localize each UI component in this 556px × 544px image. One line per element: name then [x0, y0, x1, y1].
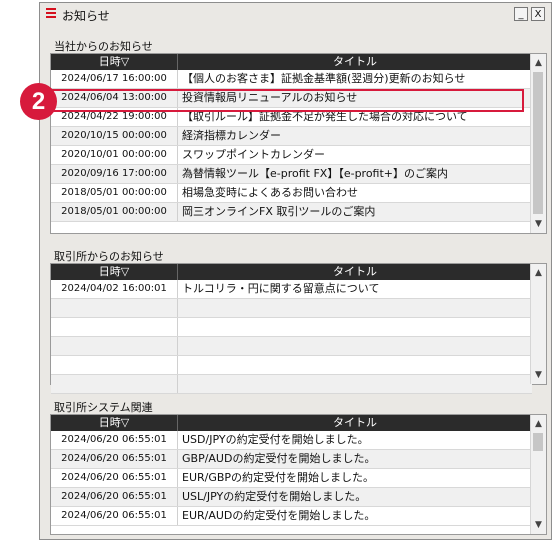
row-datetime: 2018/05/01 00:00:00: [51, 203, 178, 221]
header-title[interactable]: タイトル: [178, 54, 532, 70]
minimize-button[interactable]: _: [514, 7, 528, 21]
table-row[interactable]: [51, 375, 532, 394]
table-header: 日時▽ タイトル: [51, 54, 532, 70]
row-datetime: 2024/06/20 06:55:01: [51, 488, 178, 506]
row-datetime: 2024/04/02 16:00:01: [51, 280, 178, 298]
row-datetime: 2024/06/20 06:55:01: [51, 450, 178, 468]
scroll-thumb[interactable]: [533, 433, 543, 451]
table-row[interactable]: 2024/06/20 06:55:01 EUR/AUDの約定受付を開始しました。: [51, 507, 532, 526]
table-row[interactable]: [51, 337, 532, 356]
row-datetime: 2024/06/20 06:55:01: [51, 469, 178, 487]
table-header: 日時▽ タイトル: [51, 264, 532, 280]
section-label-exchange: 取引所からのお知らせ: [54, 250, 164, 263]
table-row[interactable]: 2020/10/01 00:00:00 スワップポイントカレンダー: [51, 146, 532, 165]
scroll-down-icon[interactable]: ▼: [531, 217, 546, 231]
section-label-company: 当社からのお知らせ: [54, 40, 153, 53]
table-row[interactable]: 2024/06/17 16:00:00 【個人のお客さま】証拠金基準額(翌週分)更…: [51, 70, 532, 89]
app-logo-icon: [46, 8, 56, 20]
row-title: 為替情報ツール【e-profit FX】【e-profit+】のご案内: [182, 167, 449, 180]
scroll-down-icon[interactable]: ▼: [531, 518, 546, 532]
table-row[interactable]: 2024/06/20 06:55:01 GBP/AUDの約定受付を開始しました。: [51, 450, 532, 469]
company-notices-table: 日時▽ タイトル 2024/06/17 16:00:00 【個人のお客さま】証拠金…: [50, 53, 547, 234]
header-datetime[interactable]: 日時▽: [51, 54, 178, 70]
header-title[interactable]: タイトル: [178, 415, 532, 431]
callout-badge: 2: [20, 83, 57, 120]
table-row[interactable]: 2018/05/01 00:00:00 岡三オンラインFX 取引ツールのご案内: [51, 203, 532, 222]
row-datetime: [51, 375, 178, 393]
row-datetime: 2018/05/01 00:00:00: [51, 184, 178, 202]
row-title: USD/JPYの約定受付を開始しました。: [182, 433, 369, 446]
vertical-scrollbar[interactable]: ▲ ▼: [530, 54, 546, 233]
title-bar: お知らせ _ X: [40, 3, 551, 25]
table-row[interactable]: 2024/06/20 06:55:01 USL/JPYの約定受付を開始しました。: [51, 488, 532, 507]
row-title: EUR/AUDの約定受付を開始しました。: [182, 509, 376, 522]
row-datetime: 2020/10/01 00:00:00: [51, 146, 178, 164]
system-notices-table: 日時▽ タイトル 2024/06/20 06:55:01 USD/JPYの約定受付…: [50, 414, 547, 535]
exchange-notices-table: 日時▽ タイトル 2024/04/02 16:00:01 トルコリラ・円に関する留…: [50, 263, 547, 394]
row-datetime: 2024/06/20 06:55:01: [51, 431, 178, 449]
row-datetime: [51, 318, 178, 336]
row-title: 【個人のお客さま】証拠金基準額(翌週分)更新のお知らせ: [182, 72, 466, 85]
table-row[interactable]: [51, 356, 532, 375]
table-row[interactable]: 2020/10/15 00:00:00 経済指標カレンダー: [51, 127, 532, 146]
row-datetime: 2024/06/20 06:55:01: [51, 507, 178, 525]
section-label-system: 取引所システム関連: [54, 401, 153, 414]
table-row[interactable]: 2024/04/02 16:00:01 トルコリラ・円に関する留意点について: [51, 280, 532, 299]
row-datetime: [51, 356, 178, 374]
scroll-up-icon[interactable]: ▲: [531, 56, 546, 70]
table-row[interactable]: 2024/06/20 06:55:01 USD/JPYの約定受付を開始しました。: [51, 431, 532, 450]
header-datetime[interactable]: 日時▽: [51, 415, 178, 431]
row-title: USL/JPYの約定受付を開始しました。: [182, 490, 367, 503]
vertical-scrollbar[interactable]: ▲ ▼: [530, 264, 546, 384]
table-header: 日時▽ タイトル: [51, 415, 532, 431]
table-row[interactable]: [51, 299, 532, 318]
scroll-thumb[interactable]: [533, 72, 543, 214]
window-title: お知らせ: [62, 9, 110, 23]
row-title: 相場急変時によくあるお問い合わせ: [182, 186, 358, 199]
table-row[interactable]: 2020/09/16 17:00:00 為替情報ツール【e-profit FX】【…: [51, 165, 532, 184]
row-title: 岡三オンラインFX 取引ツールのご案内: [182, 205, 376, 218]
vertical-scrollbar[interactable]: ▲ ▼: [530, 415, 546, 534]
row-title: トルコリラ・円に関する留意点について: [182, 282, 380, 295]
notice-window: お知らせ _ X 当社からのお知らせ 日時▽ タイトル 2024/06/17 1…: [39, 2, 552, 540]
row-datetime: 2020/10/15 00:00:00: [51, 127, 178, 145]
row-datetime: 2020/09/16 17:00:00: [51, 165, 178, 183]
row-title: 経済指標カレンダー: [182, 129, 281, 142]
row-title: GBP/AUDの約定受付を開始しました。: [182, 452, 376, 465]
row-title: EUR/GBPの約定受付を開始しました。: [182, 471, 375, 484]
row-datetime: 2024/06/17 16:00:00: [51, 70, 178, 88]
header-datetime[interactable]: 日時▽: [51, 264, 178, 280]
table-row[interactable]: 2018/05/01 00:00:00 相場急変時によくあるお問い合わせ: [51, 184, 532, 203]
table-row[interactable]: [51, 318, 532, 337]
close-button[interactable]: X: [531, 7, 545, 21]
scroll-up-icon[interactable]: ▲: [531, 417, 546, 431]
scroll-up-icon[interactable]: ▲: [531, 266, 546, 280]
header-title[interactable]: タイトル: [178, 264, 532, 280]
row-datetime: [51, 299, 178, 317]
row-datetime: [51, 337, 178, 355]
row-title: スワップポイントカレンダー: [182, 148, 325, 161]
scroll-down-icon[interactable]: ▼: [531, 368, 546, 382]
table-row[interactable]: 2024/06/20 06:55:01 EUR/GBPの約定受付を開始しました。: [51, 469, 532, 488]
highlight-box: [48, 89, 524, 112]
